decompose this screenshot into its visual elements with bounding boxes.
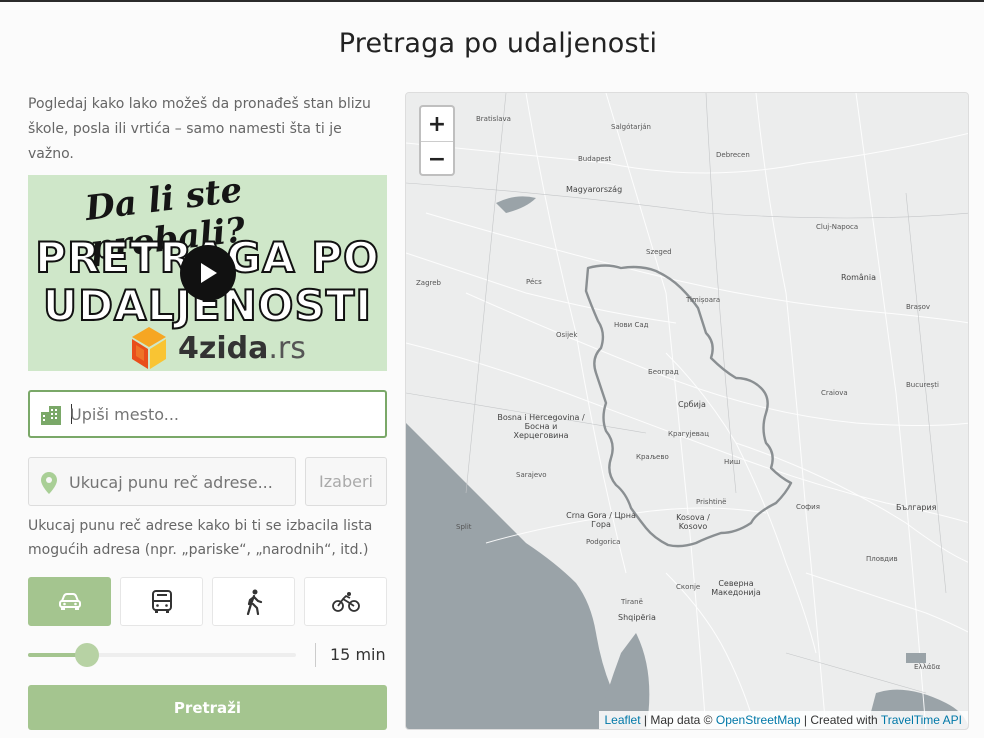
map-label-cluj: Cluj-Napoca (816, 223, 859, 231)
map-label-albania: Shqipëria (618, 613, 656, 622)
address-hint-text: Ukucaj punu reč adrese kako bi ti se izb… (28, 518, 373, 558)
address-input-wrapper (28, 457, 296, 506)
map-pin-icon (41, 472, 57, 494)
map-label-craiova: Craiova (821, 389, 848, 397)
map-label-nis: Ниш (724, 458, 741, 466)
map-label-salgotarjan: Salgótarján (611, 123, 651, 131)
zoom-control: + − (419, 105, 455, 176)
map-label-budapest: Budapest (578, 155, 612, 163)
map-label-bucuresti: București (906, 381, 939, 389)
slider-divider (315, 643, 316, 667)
map-view[interactable]: Bratislava Budapest Salgótarján Magyaror… (405, 92, 969, 730)
mode-bus-button[interactable] (120, 577, 203, 626)
choose-address-button[interactable]: Izaberi (305, 457, 387, 506)
mode-bike-button[interactable] (304, 577, 387, 626)
map-label-bratislava: Bratislava (476, 115, 511, 123)
zoom-out-button[interactable]: − (421, 142, 453, 176)
map-label-podgorica: Podgorica (586, 538, 621, 546)
map-label-skopje: Скопје (676, 583, 701, 591)
brand-logo-icon (132, 327, 166, 369)
leaflet-link[interactable]: Leaflet (605, 713, 641, 727)
bike-icon (331, 591, 360, 612)
map-label-macedonia: Северна Македонија (711, 579, 761, 597)
map-label-plovdiv: Пловдив (866, 555, 898, 563)
map-label-novisad: Нови Сад (614, 321, 649, 329)
map-label-montenegro: Crna Gora / Црна Гора (566, 511, 636, 529)
map-label-magyarorszag: Magyarország (566, 185, 623, 194)
map-label-kosovo: Kosova / Kosovo (676, 513, 710, 531)
map-label-kraljevo: Краљево (636, 453, 669, 461)
map-label-romania: România (841, 273, 876, 282)
address-search-input[interactable] (69, 468, 289, 496)
bus-icon (151, 589, 172, 613)
brand-logo: 4zida.rs (130, 325, 306, 371)
map-label-pristina: Prishtinë (696, 498, 727, 506)
city-search-input[interactable] (70, 400, 370, 428)
zoom-in-button[interactable]: + (421, 107, 453, 141)
osm-link[interactable]: OpenStreetMap (716, 713, 801, 727)
map-label-zagreb: Zagreb (416, 279, 442, 287)
map-label-sarajevo: Sarajevo (516, 471, 547, 479)
city-input-wrapper (28, 390, 387, 438)
map-label-bulgaria: България (896, 503, 937, 512)
traveltime-link[interactable]: TravelTime API (881, 713, 962, 727)
map-label-bih: Bosna i Hercegovina / Босна и Херцеговин… (497, 413, 585, 440)
map-label-kragujevac: Крагујевац (668, 430, 709, 438)
walk-icon (246, 589, 262, 615)
mode-walk-button[interactable] (212, 577, 295, 626)
map-label-ellada: Ελλάδα (914, 663, 941, 671)
map-label-osijek: Osijek (556, 331, 578, 339)
map-label-szeged: Szeged (646, 248, 672, 256)
map-label-timisoara: Timișoara (686, 296, 721, 304)
page-title: Pretraga po udaljenosti (338, 28, 658, 59)
map-label-srbija: Србија (678, 400, 706, 409)
slider-thumb[interactable] (74, 643, 99, 667)
map-label-sofia: София (796, 503, 820, 511)
map-tiles (406, 93, 968, 729)
attrib-text-2: | Created with (800, 713, 881, 727)
map-label-split: Split (456, 523, 472, 531)
map-label-pecs: Pécs (526, 278, 542, 286)
map-label-tirane: Tiranë (621, 598, 643, 606)
map-label-brasov: Brașov (906, 303, 931, 311)
brand-name: 4zida.rs (178, 330, 306, 366)
attrib-text-1: | Map data © (640, 713, 716, 727)
mode-car-button[interactable] (28, 577, 111, 626)
travel-time-value: 15 min (330, 645, 386, 664)
intro-text: Pogledaj kako lako možeš da pronađeš sta… (28, 96, 371, 162)
map-label-debrecen: Debrecen (716, 151, 750, 159)
play-icon[interactable] (180, 245, 236, 301)
top-border (0, 0, 984, 2)
map-attribution: Leaflet | Map data © OpenStreetMap | Cre… (598, 711, 968, 729)
car-icon (58, 592, 81, 610)
search-button[interactable]: Pretraži (28, 685, 387, 730)
building-icon (41, 406, 61, 425)
map-label-beograd: Београд (648, 368, 679, 376)
travel-time-slider[interactable] (28, 643, 296, 667)
